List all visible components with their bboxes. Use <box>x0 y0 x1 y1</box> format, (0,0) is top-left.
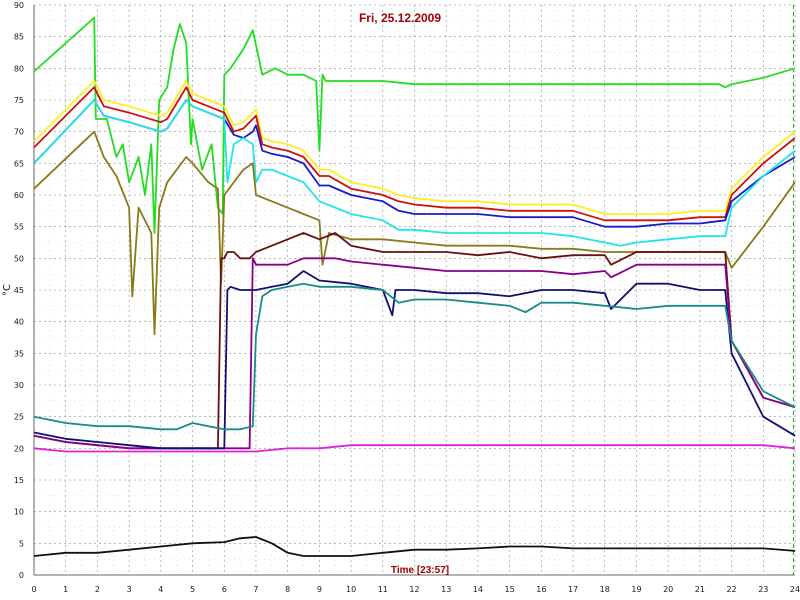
y-tick-label: 25 <box>14 413 24 422</box>
x-tick-label: 19 <box>631 585 641 594</box>
x-tick-label: 4 <box>158 585 163 594</box>
y-axis-label: °C <box>2 284 13 296</box>
y-tick-label: 85 <box>14 33 24 42</box>
y-tick-label: 30 <box>14 381 24 390</box>
x-tick-label: 13 <box>441 585 451 594</box>
x-tick-label: 6 <box>222 585 227 594</box>
y-tick-label: 15 <box>14 476 24 485</box>
y-tick-label: 20 <box>14 444 24 453</box>
y-tick-label: 10 <box>14 508 24 517</box>
y-tick-label: 50 <box>14 254 24 263</box>
x-tick-label: 5 <box>190 585 195 594</box>
y-tick-label: 55 <box>14 223 24 232</box>
x-tick-label: 24 <box>790 585 800 594</box>
x-tick-label: 20 <box>663 585 673 594</box>
x-tick-label: 23 <box>758 585 768 594</box>
y-tick-label: 90 <box>14 1 24 10</box>
x-tick-label: 15 <box>505 585 515 594</box>
x-tick-label: 11 <box>378 585 388 594</box>
y-tick-label: 70 <box>14 128 24 137</box>
x-tick-label: 18 <box>600 585 610 594</box>
x-tick-label: 10 <box>346 585 356 594</box>
y-tick-label: 65 <box>14 159 24 168</box>
x-tick-label: 3 <box>127 585 132 594</box>
x-tick-label: 0 <box>31 585 36 594</box>
y-tick-label: 40 <box>14 318 24 327</box>
y-tick-label: 80 <box>14 64 24 73</box>
y-tick-label: 5 <box>19 539 24 548</box>
y-tick-label: 0 <box>19 571 24 580</box>
x-tick-label: 1 <box>63 585 68 594</box>
y-tick-label: 35 <box>14 349 24 358</box>
y-tick-label: 75 <box>14 96 24 105</box>
x-tick-label: 17 <box>568 585 578 594</box>
chart-title: Fri, 25.12.2009 <box>359 11 441 25</box>
x-tick-label: 22 <box>726 585 736 594</box>
x-tick-label: 2 <box>95 585 100 594</box>
y-tick-label: 45 <box>14 286 24 295</box>
x-tick-label: 8 <box>285 585 290 594</box>
x-tick-label: 21 <box>695 585 705 594</box>
x-tick-label: 16 <box>536 585 546 594</box>
y-tick-label: 60 <box>14 191 24 200</box>
chart: 0 1 2 3 4 5 6 7 8 9 10 11 12 13 14 15 16 17 18 19 20 21 22 23 24… <box>0 0 800 600</box>
x-tick-label: 14 <box>473 585 483 594</box>
x-axis-label: Time [23:57] <box>391 565 449 576</box>
x-tick-label: 7 <box>253 585 258 594</box>
x-tick-label: 9 <box>317 585 322 594</box>
x-tick-label: 12 <box>409 585 419 594</box>
